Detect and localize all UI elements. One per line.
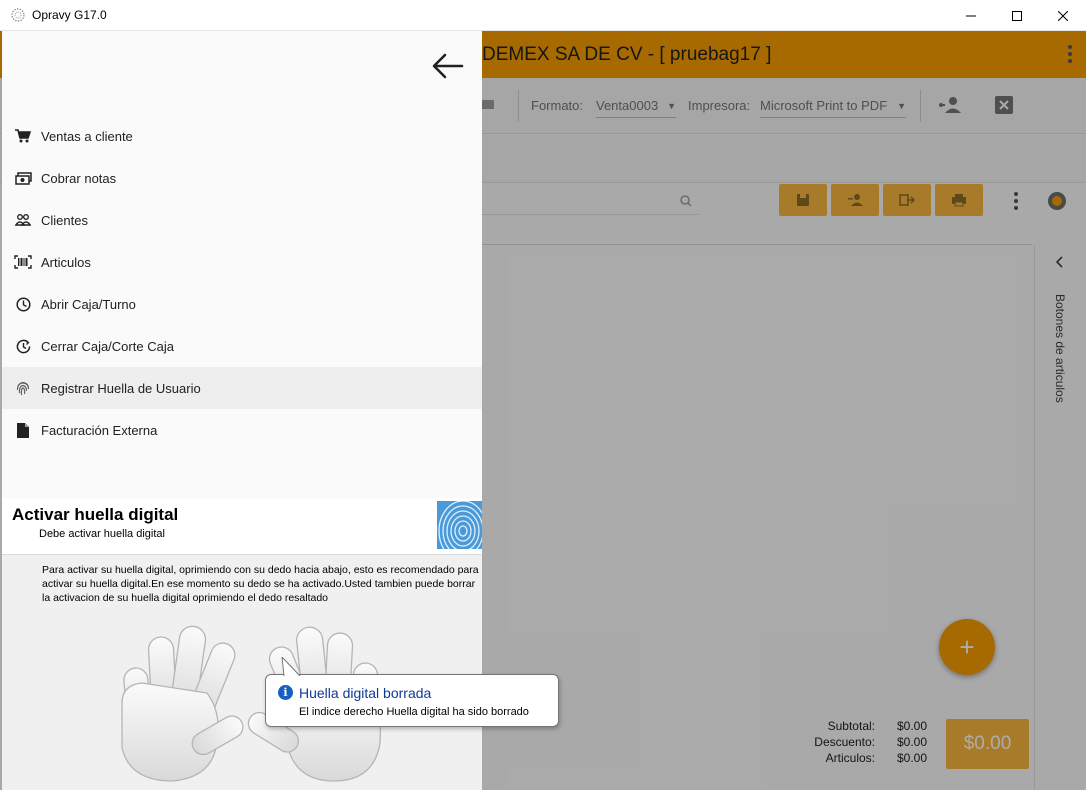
window-title: Opravy G17.0 bbox=[32, 8, 107, 22]
window-titlebar: Opravy G17.0 bbox=[0, 0, 1086, 31]
drawer-item-label: Clientes bbox=[41, 212, 88, 228]
fingerprint-header: Activar huella digital Debe activar huel… bbox=[2, 498, 482, 555]
barcode-icon bbox=[14, 255, 32, 269]
close-window-button[interactable] bbox=[1040, 0, 1086, 31]
drawer-item-label: Articulos bbox=[41, 254, 91, 270]
balloon-title: Huella digital borrada bbox=[299, 685, 432, 701]
drawer-item-label: Cerrar Caja/Corte Caja bbox=[41, 338, 174, 354]
drawer-item-registrar-huella[interactable]: Registrar Huella de Usuario bbox=[2, 367, 482, 409]
fingerprint-description: Para activar su huella digital, oprimien… bbox=[42, 564, 479, 604]
info-icon: i bbox=[278, 685, 293, 700]
document-icon bbox=[17, 422, 29, 438]
minimize-icon bbox=[966, 15, 976, 16]
drawer-item-abrir-caja[interactable]: Abrir Caja/Turno bbox=[2, 283, 482, 325]
money-icon bbox=[14, 171, 32, 185]
cart-icon bbox=[15, 129, 31, 143]
drawer-item-label: Cobrar notas bbox=[41, 170, 117, 186]
clock-restore-icon bbox=[16, 339, 30, 353]
minimize-button[interactable] bbox=[948, 0, 994, 31]
drawer-item-facturacion[interactable]: Facturación Externa bbox=[2, 409, 482, 451]
fingerprint-scan-icon bbox=[437, 501, 482, 549]
notification-balloon[interactable]: i Huella digital borrada El indice derec… bbox=[265, 657, 559, 727]
drawer-item-ventas[interactable]: Ventas a cliente bbox=[2, 115, 482, 157]
close-icon bbox=[1058, 10, 1068, 21]
drawer-menu: Ventas a cliente Cobrar notas Clientes A… bbox=[2, 115, 482, 451]
fingerprint-icon bbox=[16, 381, 30, 396]
drawer-item-articulos[interactable]: Articulos bbox=[2, 241, 482, 283]
maximize-button[interactable] bbox=[994, 0, 1040, 31]
drawer-item-cobrar[interactable]: Cobrar notas bbox=[2, 157, 482, 199]
drawer-item-label: Registrar Huella de Usuario bbox=[41, 380, 201, 396]
fingerprint-panel: Activar huella digital Debe activar huel… bbox=[2, 498, 482, 790]
people-icon bbox=[15, 214, 31, 226]
drawer-item-label: Facturación Externa bbox=[41, 422, 158, 438]
drawer-item-cerrar-caja[interactable]: Cerrar Caja/Corte Caja bbox=[2, 325, 482, 367]
app-logo-icon bbox=[11, 8, 25, 22]
back-arrow-icon[interactable] bbox=[432, 53, 464, 79]
balloon-message: El indice derecho Huella digital ha sido… bbox=[299, 706, 529, 718]
drawer-item-label: Abrir Caja/Turno bbox=[41, 296, 136, 312]
clock-icon bbox=[15, 296, 31, 312]
fingerprint-title: Activar huella digital bbox=[12, 505, 179, 524]
drawer-item-label: Ventas a cliente bbox=[41, 128, 133, 144]
maximize-icon bbox=[1012, 10, 1022, 21]
drawer-item-clientes[interactable]: Clientes bbox=[2, 199, 482, 241]
fingerprint-subtitle: Debe activar huella digital bbox=[39, 528, 165, 540]
balloon-pointer bbox=[281, 657, 301, 677]
fingerprint-image bbox=[437, 501, 482, 549]
